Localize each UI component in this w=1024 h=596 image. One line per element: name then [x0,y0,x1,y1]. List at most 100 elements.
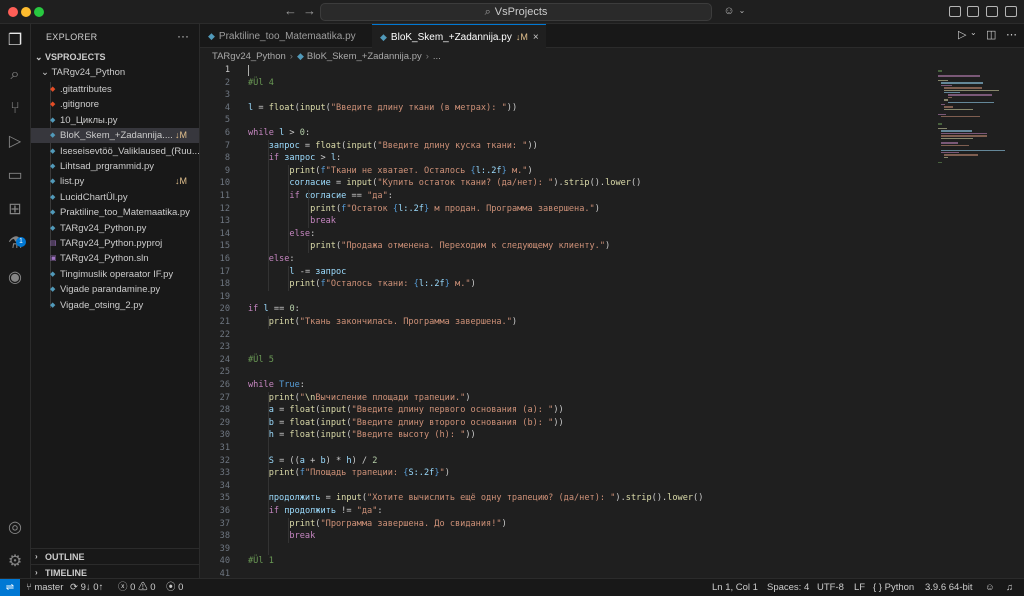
ports-indicator[interactable]: ⦿ 0 [166,579,183,596]
file-item[interactable]: ◆ Tingimuslik operaator IF.py [31,267,199,282]
file-item[interactable]: ▤ TARgv24_Python.pyproj [31,236,199,251]
github-icon[interactable]: ◉ [4,267,26,289]
minimap-line [944,154,978,156]
minimap-line [941,116,980,118]
code-line: 12 print(f"Остаток {l:.2f} м продан. Про… [200,203,930,216]
split-editor-icon[interactable]: ◫ [986,28,996,41]
code-line: 38 break [200,530,930,543]
line-number: 37 [219,518,230,529]
code-line: 16 else: [200,253,930,266]
workspace-root[interactable]: ⌄ VSPROJECTS [35,52,106,63]
minimap-line [938,128,947,130]
chevron-down-icon[interactable]: ⌄ [970,28,977,37]
close-window-button[interactable] [8,7,18,17]
remote-explorer-icon[interactable]: ▭ [4,165,26,187]
file-item[interactable]: ◆ Vigade parandamine.py [31,282,199,297]
explorer-icon[interactable]: ❐ [4,30,26,52]
gear-icon[interactable]: ⚙ [4,551,26,573]
language-mode[interactable]: { } Python [873,579,914,596]
maximize-window-button[interactable] [34,7,44,17]
run-debug-icon[interactable]: ▷ [4,131,26,153]
python-file-icon: ◆ [50,178,56,186]
code-line: 18 print(f"Осталось ткани: {l:.2f} м.") [200,278,930,291]
forward-arrow-icon[interactable]: → [303,3,316,18]
remote-indicator-icon[interactable]: ⇌ [0,579,20,596]
indent-guide [288,164,289,253]
code-line: 17 l -= запрос [200,266,930,279]
breadcrumb-more[interactable]: ... [433,51,441,62]
tab-blok-skem-zadannija[interactable]: ◆ BloK_Skem_+Zadannija.py ↓M × [372,24,546,48]
extensions-icon[interactable]: ⊞ [4,199,26,221]
indent-guide [288,517,289,543]
code-text: print(f"Площадь трапеции: {S:.2f}") [268,468,450,479]
python-file-icon: ◆ [296,51,304,61]
file-item[interactable]: ◆ Praktiline_too_Matemaatika.py [31,205,199,220]
line-number: 33 [219,468,230,479]
source-control-icon[interactable]: ⑂ [4,98,26,120]
title-bar: ← → ⌕ VsProjects ☺ ⌄ [0,0,1024,24]
code-line: 31 [200,442,930,455]
copilot-icon[interactable]: ☺ [722,4,736,18]
line-number: 18 [219,279,230,290]
code-line: 6 while l > 0: [200,127,930,140]
minimap-line [941,142,958,144]
command-center-search[interactable]: ⌕ VsProjects [320,3,712,21]
line-number: 35 [219,493,230,504]
chevron-down-icon[interactable]: ⌄ [735,4,749,18]
code-line: 30 h = float(input("Введите высоту (h): … [200,429,930,442]
file-item[interactable]: ◆ 10_Циклы.py [31,113,199,128]
folder-targv24-python[interactable]: ⌄ TARgv24_Python [41,67,125,78]
outline-section[interactable]: › OUTLINE [31,548,199,564]
line-number: 7 [224,140,230,151]
branch-indicator[interactable]: ⑂ master [26,579,63,596]
breadcrumb-folder[interactable]: TARgv24_Python [212,51,286,62]
file-item[interactable]: ◆ BloK_Skem_+Zadannija.... ↓M [31,128,199,144]
vertical-scrollbar[interactable] [1012,64,1024,578]
minimap-line [938,70,942,72]
code-line: 24 #Ül 5 [200,354,930,367]
account-icon[interactable]: ◎ [4,517,26,539]
back-arrow-icon[interactable]: ← [284,3,297,18]
indentation[interactable]: Spaces: 4 [767,579,809,596]
code-text: print(f"Ткани не хватает. Осталось {l:.2… [289,165,533,176]
file-item[interactable]: ◆ TARgv24_Python.py [31,221,199,236]
customize-layout-icon[interactable] [1005,6,1017,17]
copilot-status-icon[interactable]: ☺ [985,579,995,596]
code-text: согласие = input("Купить остаток ткани? … [289,178,642,189]
chevron-down-icon: ⌄ [41,67,52,78]
cursor-position[interactable]: Ln 1, Col 1 [712,579,758,596]
search-icon[interactable]: ⌕ [4,64,26,86]
file-item[interactable]: ◆ LucidChartÜl.py [31,190,199,205]
python-file-icon: ◆ [50,209,56,217]
problems-indicator[interactable]: ⓧ 0 ⚠ 0 [118,579,156,596]
line-number: 17 [219,266,230,277]
toggle-secondary-sidebar-icon[interactable] [986,6,998,17]
minimize-window-button[interactable] [21,7,31,17]
toggle-panel-icon[interactable] [967,6,979,17]
file-item[interactable]: ◆ Iseseisevtöö_Valiklaused_(Ruu... [31,144,199,159]
minimap[interactable] [930,64,1010,578]
minimap-line [938,123,942,125]
encoding[interactable]: UTF-8 [817,579,844,596]
file-item[interactable]: ▣ TARgv24_Python.sln [31,251,199,266]
python-interpreter[interactable]: 3.9.6 64-bit [925,579,973,596]
sync-indicator[interactable]: ⟳ 9↓ 0↑ [70,579,103,596]
code-line: 26 while True: [200,379,930,392]
file-item[interactable]: ◆ list.py ↓M [31,174,199,189]
code-editor[interactable]: 1 2 #Ül 434l = float(input("Введите длину … [200,64,1024,578]
more-actions-icon[interactable]: ··· [177,29,189,43]
close-tab-icon[interactable]: × [533,32,539,43]
breadcrumb-file[interactable]: BloK_Skem_+Zadannija.py [307,51,422,62]
more-actions-icon[interactable]: ⋯ [1006,28,1017,41]
toggle-primary-sidebar-icon[interactable] [949,6,961,17]
file-item[interactable]: ◆ Lihtsad_prgrammid.py [31,159,199,174]
end-of-line[interactable]: LF [854,579,865,596]
file-item[interactable]: ◆ .gitattributes [31,82,199,97]
file-item[interactable]: ◆ .gitignore [31,97,199,112]
run-python-file-icon[interactable]: ▷ [958,28,966,41]
file-name: .gitignore [60,99,100,111]
code-line: 33 print(f"Площадь трапеции: {S:.2f}") [200,467,930,480]
file-item[interactable]: ◆ Vigade_otsing_2.py [31,298,199,313]
tab-praktiline-too-matemaatika[interactable]: ◆ Praktiline_too_Matemaatika.py [200,24,372,48]
notifications-bell-icon[interactable]: ♫ [1006,579,1013,596]
